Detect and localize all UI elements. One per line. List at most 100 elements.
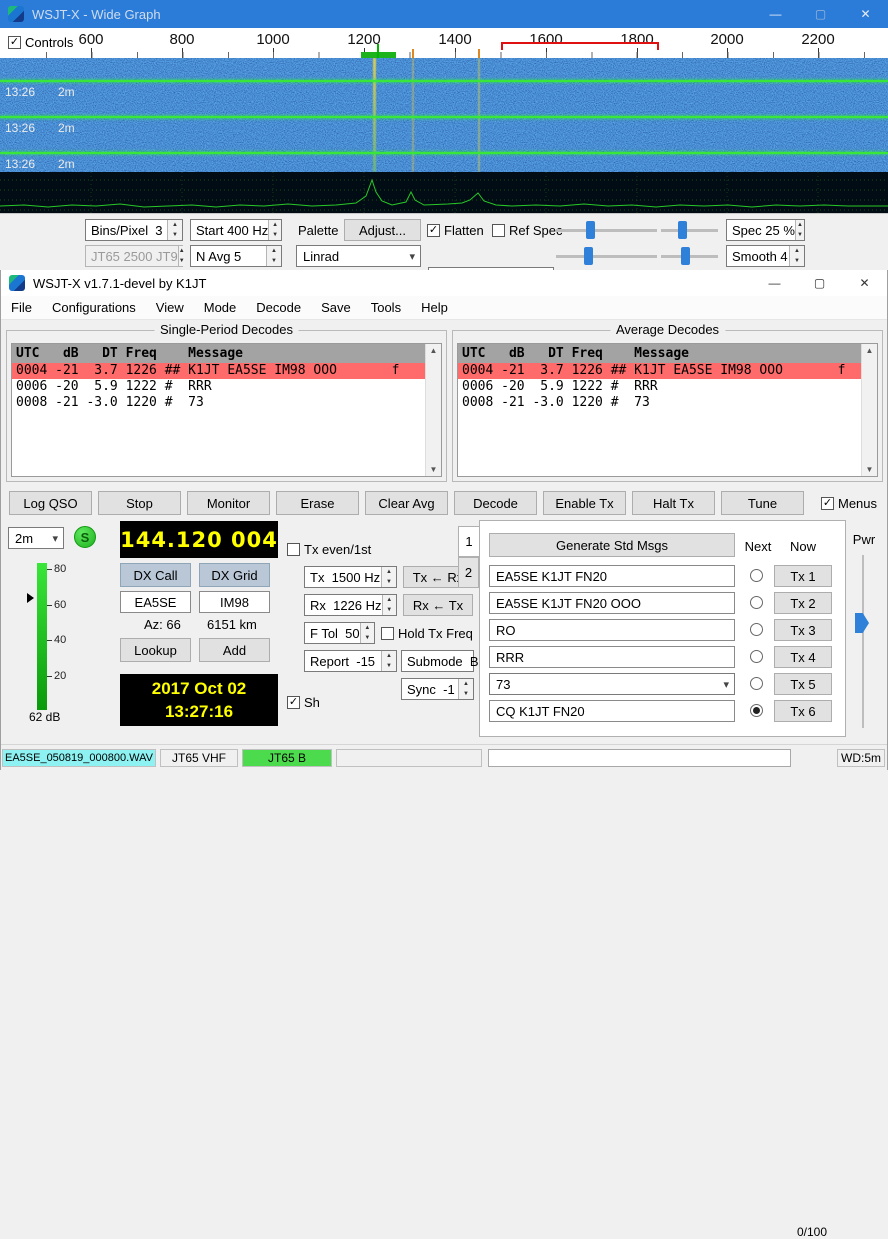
tx-5-next-radio[interactable]	[750, 677, 763, 690]
hold-tx-freq-checkbox[interactable]: Hold Tx Freq	[381, 626, 473, 641]
tx-4-now-button[interactable]: Tx 4	[774, 646, 832, 668]
lookup-button[interactable]: Lookup	[120, 638, 191, 662]
average-decode-area[interactable]: UTC dB DT Freq Message 0004 -21 3.7 1226…	[457, 343, 878, 477]
tx-5-now-button[interactable]: Tx 5	[774, 673, 832, 695]
palette-combo[interactable]: Linrad	[296, 245, 421, 267]
decode-button[interactable]: Decode	[454, 491, 537, 515]
menu-help[interactable]: Help	[411, 297, 458, 318]
waterfall-gain-slider[interactable]	[556, 220, 657, 240]
ref-spec-checkbox[interactable]: Ref Spec	[492, 223, 562, 238]
tx-freq-spinner[interactable]: Tx 1500 Hz	[304, 566, 397, 588]
tx-4-next-radio[interactable]	[750, 650, 763, 663]
menu-view[interactable]: View	[146, 297, 194, 318]
tx-message-1-field[interactable]: EA5SE K1JT FN20	[489, 565, 735, 587]
close-button[interactable]: ✕	[842, 270, 887, 296]
controls-checkbox[interactable]: Controls	[8, 35, 73, 50]
spinner-arrows[interactable]	[381, 651, 396, 671]
n-avg-spinner[interactable]: N Avg 5	[190, 245, 282, 267]
band-select[interactable]: 2m	[8, 527, 64, 549]
menus-checkbox[interactable]: Menus	[821, 496, 877, 511]
dx-call-field[interactable]: EA5SE	[120, 591, 191, 613]
decode-row[interactable]: 0006 -20 5.9 1222 # RRR	[12, 379, 425, 395]
maximize-button[interactable]: ▢	[798, 0, 843, 28]
add-button[interactable]: Add	[199, 638, 270, 662]
pwr-slider-handle[interactable]	[855, 613, 869, 633]
scrollbar[interactable]	[425, 344, 441, 476]
spinner-arrows[interactable]	[167, 220, 182, 240]
spinner-arrows[interactable]	[795, 220, 804, 240]
spinner-arrows[interactable]	[360, 623, 374, 643]
menu-tools[interactable]: Tools	[361, 297, 411, 318]
tx-2-now-button[interactable]: Tx 2	[774, 592, 832, 614]
minimize-button[interactable]: —	[753, 0, 798, 28]
tx-6-next-radio[interactable]	[750, 704, 763, 717]
start-freq-spinner[interactable]: Start 400 Hz	[190, 219, 282, 241]
submode-spinner[interactable]: Submode B	[401, 650, 474, 672]
menu-save[interactable]: Save	[311, 297, 361, 318]
adjust-button[interactable]: Adjust...	[344, 219, 421, 241]
flatten-checkbox[interactable]: Flatten	[427, 223, 484, 238]
tx-3-now-button[interactable]: Tx 3	[774, 619, 832, 641]
message-tab-1[interactable]: 1	[458, 526, 479, 557]
tx-1-next-radio[interactable]	[750, 569, 763, 582]
bins-pixel-spinner[interactable]: Bins/Pixel 3	[85, 219, 183, 241]
erase-button[interactable]: Erase	[276, 491, 359, 515]
spinner-arrows[interactable]	[382, 595, 396, 615]
menu-decode[interactable]: Decode	[246, 297, 311, 318]
spinner-arrows[interactable]	[381, 567, 396, 587]
tx-1-now-button[interactable]: Tx 1	[774, 565, 832, 587]
rx-freq-spinner[interactable]: Rx 1226 Hz	[304, 594, 397, 616]
spectrum-gain-slider[interactable]	[556, 246, 657, 266]
stop-button[interactable]: Stop	[98, 491, 181, 515]
tx-6-now-button[interactable]: Tx 6	[774, 700, 832, 722]
generate-std-msgs-button[interactable]: Generate Std Msgs	[489, 533, 735, 557]
frequency-scale[interactable]: Controls 600 800 1000 1200 1400 1600 180…	[0, 28, 888, 58]
menu-file[interactable]: File	[1, 297, 42, 318]
tx-message-5-combo[interactable]: 73	[489, 673, 735, 695]
dx-grid-button[interactable]: DX Grid	[199, 563, 270, 587]
decode-row[interactable]: 0004 -21 3.7 1226 ## K1JT EA5SE IM98 OOO…	[12, 363, 425, 379]
wide-graph-titlebar[interactable]: WSJT-X - Wide Graph — ▢ ✕	[0, 0, 888, 28]
spinner-arrows[interactable]	[458, 679, 473, 699]
clear-avg-button[interactable]: Clear Avg	[365, 491, 448, 515]
tx-3-next-radio[interactable]	[750, 623, 763, 636]
log-qso-button[interactable]: Log QSO	[9, 491, 92, 515]
decode-row[interactable]: 0004 -21 3.7 1226 ## K1JT EA5SE IM98 OOO…	[458, 363, 861, 379]
slider-handle[interactable]	[678, 221, 687, 239]
decode-row[interactable]: 0008 -21 -3.0 1220 # 73	[12, 395, 425, 411]
menu-mode[interactable]: Mode	[194, 297, 247, 318]
tx-message-6-field[interactable]: CQ K1JT FN20	[489, 700, 735, 722]
pwr-slider[interactable]	[862, 555, 864, 728]
waterfall[interactable]: 13:26 2m 13:26 2m 13:26 2m	[0, 58, 888, 172]
tx-even-checkbox[interactable]: Tx even/1st	[287, 542, 371, 557]
menu-configurations[interactable]: Configurations	[42, 297, 146, 318]
waterfall-zero-slider[interactable]	[661, 220, 718, 240]
smooth-spinner[interactable]: Smooth 4	[726, 245, 805, 267]
maximize-button[interactable]: ▢	[797, 270, 842, 296]
slider-handle[interactable]	[681, 247, 690, 265]
main-titlebar[interactable]: WSJT-X v1.7.1-devel by K1JT — ▢ ✕	[1, 270, 887, 296]
tx-2-next-radio[interactable]	[750, 596, 763, 609]
report-spinner[interactable]: Report -15	[304, 650, 397, 672]
dx-grid-field[interactable]: IM98	[199, 591, 270, 613]
message-tab-2[interactable]: 2	[458, 557, 479, 588]
tx-message-3-field[interactable]: RO	[489, 619, 735, 641]
dx-call-button[interactable]: DX Call	[120, 563, 191, 587]
tx-message-4-field[interactable]: RRR	[489, 646, 735, 668]
enable-tx-button[interactable]: Enable Tx	[543, 491, 626, 515]
sh-checkbox[interactable]: Sh	[287, 695, 320, 710]
spinner-arrows[interactable]	[789, 246, 804, 266]
spinner-arrows[interactable]	[268, 220, 281, 240]
monitor-button[interactable]: Monitor	[187, 491, 270, 515]
decode-row[interactable]: 0008 -21 -3.0 1220 # 73	[458, 395, 861, 411]
sync-spinner[interactable]: Sync -1	[401, 678, 474, 700]
minimize-button[interactable]: —	[752, 270, 797, 296]
slider-handle[interactable]	[586, 221, 595, 239]
slider-handle[interactable]	[584, 247, 593, 265]
close-button[interactable]: ✕	[843, 0, 888, 28]
tx-message-2-field[interactable]: EA5SE K1JT FN20 OOO	[489, 592, 735, 614]
f-tol-spinner[interactable]: F Tol 50	[304, 622, 375, 644]
spectrum-zero-slider[interactable]	[661, 246, 718, 266]
decode-row[interactable]: 0006 -20 5.9 1222 # RRR	[458, 379, 861, 395]
single-period-decode-area[interactable]: UTC dB DT Freq Message 0004 -21 3.7 1226…	[11, 343, 442, 477]
